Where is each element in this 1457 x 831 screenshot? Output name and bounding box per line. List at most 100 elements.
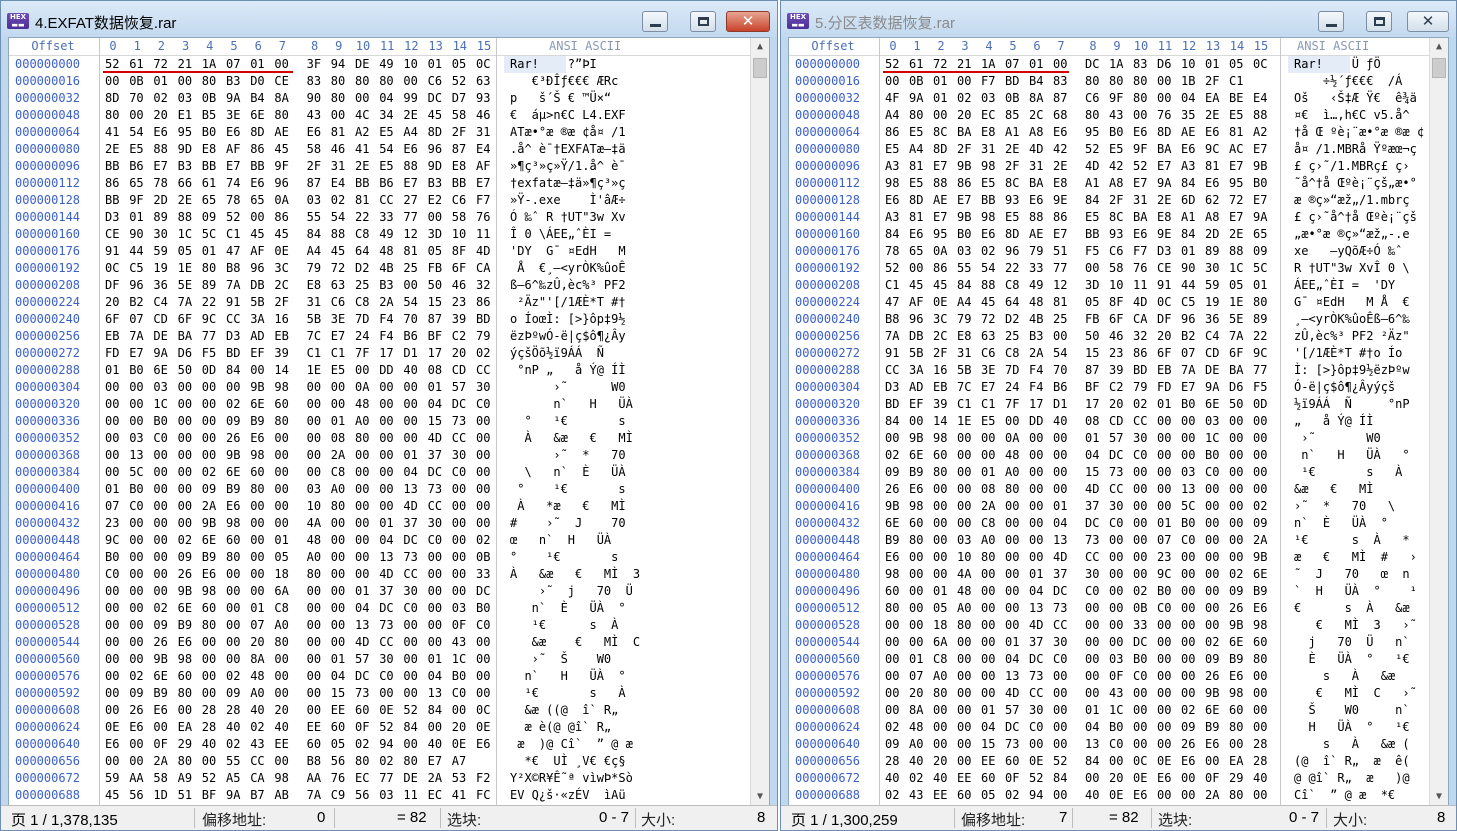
- hex-byte[interactable]: 80: [1229, 787, 1243, 804]
- hex-byte[interactable]: 00: [1005, 600, 1019, 617]
- hex-byte[interactable]: B6: [1053, 379, 1067, 396]
- hex-byte[interactable]: 0B: [909, 73, 923, 90]
- hex-byte[interactable]: 00: [1109, 532, 1123, 549]
- hex-byte[interactable]: 49: [379, 226, 393, 243]
- hex-byte[interactable]: 02: [250, 719, 264, 736]
- hex-byte[interactable]: CC: [885, 362, 899, 379]
- hex-byte[interactable]: 11: [1133, 277, 1147, 294]
- hex-byte[interactable]: E7: [1157, 158, 1171, 175]
- hex-byte[interactable]: 00: [129, 753, 143, 770]
- hex-byte[interactable]: 70: [129, 90, 143, 107]
- hex-byte[interactable]: 01: [933, 583, 947, 600]
- hex-byte[interactable]: 84: [226, 362, 240, 379]
- hex-byte[interactable]: 2A: [428, 770, 442, 787]
- hex-byte[interactable]: 64: [1005, 294, 1019, 311]
- hex-byte[interactable]: 00: [250, 549, 264, 566]
- hex-byte[interactable]: 9C: [105, 532, 119, 549]
- hex-byte[interactable]: 00: [307, 668, 321, 685]
- hex-byte[interactable]: 05: [428, 243, 442, 260]
- hex-byte[interactable]: 57: [1109, 430, 1123, 447]
- hex-byte[interactable]: 8D: [105, 90, 119, 107]
- hex-byte[interactable]: 60: [1229, 702, 1243, 719]
- hex-byte[interactable]: CC: [1053, 617, 1067, 634]
- hex-byte[interactable]: BA: [1029, 175, 1043, 192]
- hex-byte[interactable]: B0: [1109, 124, 1123, 141]
- hex-byte[interactable]: 2A: [331, 447, 345, 464]
- hex-byte[interactable]: C6: [452, 192, 466, 209]
- hex-byte[interactable]: 00: [307, 396, 321, 413]
- hex-byte[interactable]: 00: [957, 515, 971, 532]
- hex-byte[interactable]: 00: [178, 447, 192, 464]
- hex-byte[interactable]: 80: [274, 634, 288, 651]
- hex-byte[interactable]: C4: [153, 294, 167, 311]
- hex-byte[interactable]: F4: [1029, 362, 1043, 379]
- hex-byte[interactable]: C6: [331, 294, 345, 311]
- hex-byte[interactable]: 4D: [1085, 158, 1099, 175]
- hex-byte[interactable]: 9E: [1053, 192, 1067, 209]
- hex-byte[interactable]: 5C: [1253, 260, 1267, 277]
- ascii-text[interactable]: ëzÞºwÓ-ë|ç$ô¶¿Ây: [510, 328, 626, 345]
- hex-byte[interactable]: B9: [153, 685, 167, 702]
- hex-byte[interactable]: B3: [178, 158, 192, 175]
- hex-byte[interactable]: 00: [981, 447, 995, 464]
- hex-byte[interactable]: 3F: [307, 56, 321, 73]
- title-bar[interactable]: HEX ▬▬ 5.分区表数据恢复.rar ✕: [781, 1, 1456, 37]
- hex-byte[interactable]: D1: [1053, 396, 1067, 413]
- hex-byte[interactable]: 43: [1109, 107, 1123, 124]
- hex-byte[interactable]: 00: [178, 464, 192, 481]
- hex-byte[interactable]: E5: [1229, 107, 1243, 124]
- hex-byte[interactable]: 00: [226, 583, 240, 600]
- hex-byte[interactable]: 00: [933, 107, 947, 124]
- hex-byte[interactable]: 26: [178, 566, 192, 583]
- hex-byte[interactable]: 10: [1109, 277, 1123, 294]
- hex-byte[interactable]: 00: [153, 532, 167, 549]
- hex-byte[interactable]: E7: [957, 192, 971, 209]
- hex-byte[interactable]: 81: [331, 124, 345, 141]
- hex-byte[interactable]: 05: [331, 736, 345, 753]
- hex-byte[interactable]: 1C: [153, 396, 167, 413]
- hex-byte[interactable]: 2F: [307, 158, 321, 175]
- hex-byte[interactable]: 76: [331, 770, 345, 787]
- hex-byte[interactable]: 03: [981, 90, 995, 107]
- ascii-text[interactable]: Y²X©R¥Ê˜ª vìwÞ*Sò: [510, 770, 633, 787]
- hex-byte[interactable]: 31: [331, 158, 345, 175]
- hex-byte[interactable]: 45: [105, 787, 119, 804]
- hex-byte[interactable]: E8: [202, 141, 216, 158]
- hex-byte[interactable]: 00: [1253, 787, 1267, 804]
- hex-byte[interactable]: 54: [981, 260, 995, 277]
- hex-byte[interactable]: A0: [981, 532, 995, 549]
- hex-byte[interactable]: 86: [1133, 345, 1147, 362]
- hex-byte[interactable]: 91: [1157, 277, 1171, 294]
- hex-byte[interactable]: 23: [1109, 345, 1123, 362]
- hex-byte[interactable]: B6: [129, 158, 143, 175]
- hex-byte[interactable]: C1: [957, 396, 971, 413]
- hex-byte[interactable]: 00: [202, 447, 216, 464]
- hex-byte[interactable]: DC: [452, 396, 466, 413]
- hex-byte[interactable]: 5B: [957, 362, 971, 379]
- hex-byte[interactable]: 60: [355, 702, 369, 719]
- hex-byte[interactable]: 00: [379, 447, 393, 464]
- hex-byte[interactable]: 2F: [1109, 192, 1123, 209]
- hex-byte[interactable]: 00: [129, 515, 143, 532]
- hex-byte[interactable]: 88: [178, 209, 192, 226]
- hex-byte[interactable]: C0: [403, 600, 417, 617]
- hex-byte[interactable]: 6E: [153, 362, 167, 379]
- hex-byte[interactable]: 03: [129, 430, 143, 447]
- hex-byte[interactable]: 00: [250, 566, 264, 583]
- hex-byte[interactable]: 00: [1253, 430, 1267, 447]
- hex-byte[interactable]: E6: [105, 736, 119, 753]
- hex-byte[interactable]: 00: [981, 685, 995, 702]
- hex-byte[interactable]: BD: [1005, 73, 1019, 90]
- hex-byte[interactable]: 00: [1133, 464, 1147, 481]
- hex-byte[interactable]: 93: [1005, 192, 1019, 209]
- hex-byte[interactable]: 00: [178, 498, 192, 515]
- hex-byte[interactable]: 00: [307, 634, 321, 651]
- ascii-text[interactable]: »Ÿ-.exe Ì'âÆ÷: [510, 192, 626, 209]
- hex-byte[interactable]: 81: [1053, 294, 1067, 311]
- hex-byte[interactable]: BF: [1085, 379, 1099, 396]
- hex-byte[interactable]: A4: [307, 243, 321, 260]
- hex-byte[interactable]: 00: [178, 73, 192, 90]
- hex-byte[interactable]: DC: [1109, 447, 1123, 464]
- hex-byte[interactable]: 87: [452, 141, 466, 158]
- hex-byte[interactable]: 00: [1205, 753, 1219, 770]
